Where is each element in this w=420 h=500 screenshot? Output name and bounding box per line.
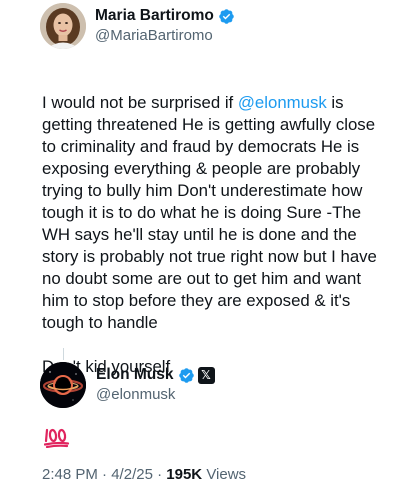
author-name-row: Maria Bartiromo <box>95 7 235 26</box>
tweet-meta: 2:48 PM · 4/2/25 · 195K Views <box>42 466 246 483</box>
author-display-name[interactable]: Maria Bartiromo <box>95 7 214 26</box>
quoted-handle[interactable]: @elonmusk <box>96 386 215 404</box>
tweet-text: I would not be surprised if @elonmusk is… <box>42 70 387 400</box>
quoted-avatar[interactable] <box>40 362 86 408</box>
tweet-author-header: Maria Bartiromo @MariaBartiromo <box>40 3 400 49</box>
views-count: 195K <box>166 466 203 483</box>
quoted-account-card[interactable]: Elon Musk 𝕏 @elonmusk <box>40 360 300 410</box>
meta-separator: · <box>157 466 163 483</box>
thread-connector-line <box>63 348 64 360</box>
black-hole-avatar-image <box>40 362 86 408</box>
quoted-display-name[interactable]: Elon Musk <box>96 366 174 385</box>
author-avatar-image <box>40 3 86 49</box>
tweet-text-after-mention: is getting threatened He is getting awfu… <box>42 93 377 332</box>
verified-badge-icon[interactable] <box>218 8 235 25</box>
author-avatar[interactable] <box>40 3 86 49</box>
mention-link[interactable]: @elonmusk <box>238 93 327 112</box>
quoted-names: Elon Musk 𝕏 @elonmusk <box>96 366 215 404</box>
author-names: Maria Bartiromo @MariaBartiromo <box>95 7 235 45</box>
hundred-points-emoji-icon <box>44 428 70 448</box>
tweet-text-before-mention: I would not be surprised if <box>42 93 238 112</box>
tweet-date[interactable]: 4/2/25 <box>111 466 153 483</box>
tweet-time[interactable]: 2:48 PM <box>42 466 98 483</box>
tweet-paragraph: I would not be surprised if @elonmusk is… <box>42 92 387 334</box>
x-logo-icon[interactable]: 𝕏 <box>197 367 215 384</box>
views-label: Views <box>206 466 247 483</box>
meta-separator: · <box>102 466 108 483</box>
author-handle[interactable]: @MariaBartiromo <box>95 27 235 45</box>
verified-badge-icon[interactable] <box>178 367 195 384</box>
quoted-name-row: Elon Musk 𝕏 <box>96 366 215 385</box>
